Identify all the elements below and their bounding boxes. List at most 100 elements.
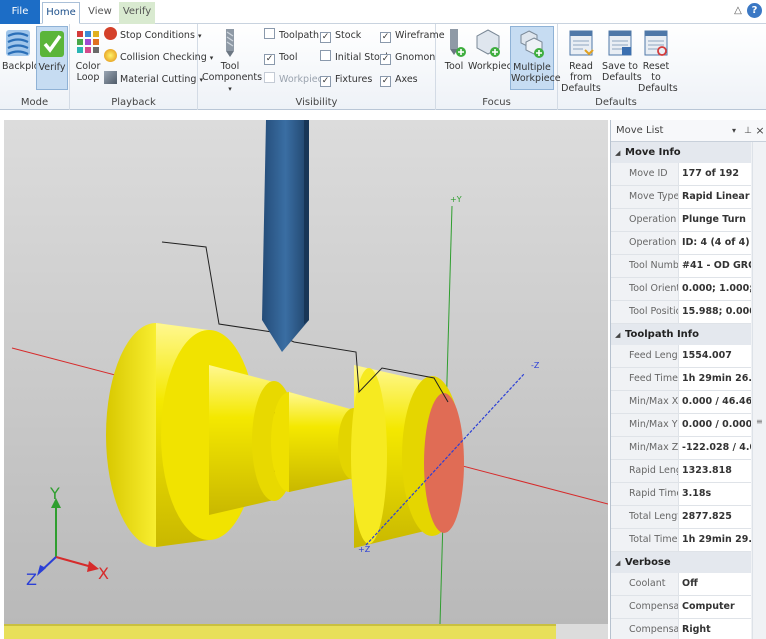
property-row[interactable]: Total Length2877.825 — [611, 506, 751, 529]
category-move-info[interactable]: ◢ Move Info — [611, 142, 751, 163]
category-verbose[interactable]: ◢ Verbose — [611, 552, 751, 573]
focus-tool-button[interactable]: Tool — [440, 26, 468, 72]
tab-verify[interactable]: Verify — [119, 2, 155, 24]
reset-defaults-label-1: Reset to — [642, 61, 670, 83]
property-value: 1554.007 — [682, 350, 732, 361]
save-defaults-label-2: Defaults — [602, 72, 642, 83]
panel-dropdown-icon[interactable]: ▾ — [729, 120, 739, 142]
property-name: Tool Orienta — [611, 278, 679, 300]
property-row[interactable]: Feed Time1h 29min 26.13 — [611, 368, 751, 391]
wireframe-checkbox-box[interactable] — [380, 32, 391, 43]
workpiece-checkbox-box[interactable] — [264, 72, 275, 83]
tab-view[interactable]: View — [81, 2, 119, 24]
category-collapse-icon[interactable]: ◢ — [615, 553, 625, 574]
panel-close-icon[interactable]: × — [755, 120, 765, 142]
property-row[interactable]: Min/Max Z-122.028 / 4.000 — [611, 437, 751, 460]
tool-checkbox[interactable]: Tool — [264, 49, 297, 67]
workpiece-checkbox[interactable]: Workpiece — [264, 71, 329, 89]
material-cutting-button[interactable]: Material Cutting ▾ — [104, 71, 203, 89]
property-row[interactable]: Operation NPlunge Turn — [611, 209, 751, 232]
category-label: Toolpath Info — [625, 329, 700, 340]
property-name: Total Time — [611, 529, 679, 551]
property-row[interactable]: Rapid Time 3.18s — [611, 483, 751, 506]
color-loop-button[interactable]: Color Loop — [73, 26, 103, 83]
reset-defaults-label-2: Defaults — [638, 83, 678, 94]
move-list-header: Move List ▾ ⊥ × — [611, 120, 766, 142]
collision-checking-button[interactable]: Collision Checking ▾ — [104, 49, 213, 67]
scroll-grip-icon[interactable]: ≡ — [756, 417, 763, 426]
gnomon-checkbox[interactable]: Gnomon — [380, 49, 435, 67]
property-name: Coolant — [611, 573, 679, 595]
wireframe-checkbox[interactable]: Wireframe — [380, 27, 445, 45]
property-row[interactable]: Tool Numbe#41 - OD GROO — [611, 255, 751, 278]
group-visibility: Tool Components ▾ Toolpath Tool Workpiec… — [198, 24, 445, 110]
property-value: 0.000; 1.000; 0.0 — [682, 283, 751, 294]
category-collapse-icon[interactable]: ◢ — [615, 143, 625, 164]
fixtures-checkbox-box[interactable] — [320, 76, 331, 87]
property-name: Min/Max Y — [611, 414, 679, 436]
stop-conditions-button[interactable]: Stop Conditions ▾ — [104, 27, 201, 45]
fixtures-label: Fixtures — [335, 74, 373, 85]
gnomon-y-label: Y — [49, 484, 60, 503]
property-row[interactable]: CompensatiComputer — [611, 596, 751, 619]
property-row[interactable]: CompensatiRight — [611, 619, 751, 639]
initial-stock-checkbox-box[interactable] — [320, 50, 331, 61]
property-name: Rapid Time — [611, 483, 679, 505]
fixtures-checkbox[interactable]: Fixtures — [320, 71, 372, 89]
group-label-playback: Playback — [111, 97, 156, 108]
focus-multiple-workpiece-button[interactable]: Multiple Workpiece — [510, 26, 561, 90]
backplot-icon — [6, 30, 30, 56]
color-loop-label-1: Color — [75, 61, 101, 72]
reset-to-defaults-button[interactable]: Reset to Defaults — [638, 26, 678, 94]
toolpath-checkbox-box[interactable] — [264, 28, 275, 39]
property-value: 1323.818 — [682, 465, 732, 476]
tool-components-button[interactable]: Tool Components ▾ — [202, 26, 262, 95]
axes-checkbox[interactable]: Axes — [380, 71, 418, 89]
property-row[interactable]: Operation NID: 4 (4 of 4) — [611, 232, 751, 255]
tool-checkbox-box[interactable] — [264, 54, 275, 65]
property-value: Right — [682, 624, 711, 635]
property-name: Operation N — [611, 232, 679, 254]
multiple-workpiece-label-2: Workpiece — [511, 73, 561, 84]
axes-checkbox-box[interactable] — [380, 76, 391, 87]
tab-home[interactable]: Home — [42, 2, 80, 24]
tab-file[interactable]: File — [0, 0, 40, 24]
toolpath-label: Toolpath — [279, 30, 320, 41]
category-label: Move Info — [625, 147, 681, 158]
collapse-ribbon-icon[interactable]: △ — [732, 4, 744, 18]
panel-scrollbar[interactable]: ≡ — [752, 142, 766, 639]
property-row[interactable]: Rapid Lengt1323.818 — [611, 460, 751, 483]
verify-label: Verify — [38, 62, 66, 73]
read-from-defaults-button[interactable]: Read from Defaults — [560, 26, 602, 94]
property-row[interactable]: Tool Orienta0.000; 1.000; 0.0 — [611, 278, 751, 301]
toolpath-checkbox[interactable]: Toolpath — [264, 27, 319, 45]
timeline-strip[interactable] — [4, 624, 608, 639]
category-toolpath-info[interactable]: ◢ Toolpath Info — [611, 324, 751, 345]
property-value: 0.000 / 46.463 — [682, 396, 751, 407]
verify-3d-viewport[interactable]: +Y -Z +Z Y X Z — [4, 120, 608, 624]
property-name: Rapid Lengt — [611, 460, 679, 482]
focus-workpiece-button[interactable]: Workpiece — [468, 26, 518, 72]
property-row[interactable]: Feed Length1554.007 — [611, 345, 751, 368]
save-to-defaults-button[interactable]: Save to Defaults — [602, 26, 642, 83]
backplot-button[interactable]: Backplot — [2, 26, 43, 72]
panel-pin-icon[interactable]: ⊥ — [743, 120, 753, 142]
property-row[interactable]: Total Time1h 29min 29.3s — [611, 529, 751, 552]
property-row[interactable]: Move ID 177 of 192 — [611, 163, 751, 186]
category-collapse-icon[interactable]: ◢ — [615, 325, 625, 346]
stock-checkbox[interactable]: Stock — [320, 27, 361, 45]
ribbon-tab-bar: File Home View Verify △ ? — [0, 0, 766, 24]
stock-checkbox-box[interactable] — [320, 32, 331, 43]
property-name: Compensati — [611, 596, 679, 618]
group-label-mode: Mode — [20, 97, 49, 108]
verify-button[interactable]: Verify — [36, 26, 68, 90]
property-row[interactable]: Min/Max Y 0.000 / 0.000 — [611, 414, 751, 437]
gnomon-checkbox-box[interactable] — [380, 54, 391, 65]
property-row[interactable]: Min/Max X0.000 / 46.463 — [611, 391, 751, 414]
property-row[interactable]: Coolant Off — [611, 573, 751, 596]
property-row[interactable]: Move TypeRapid Linear Mo — [611, 186, 751, 209]
group-focus: Tool Workpiece Multiple Workpiece Focus — [436, 24, 561, 110]
save-defaults-icon — [608, 30, 632, 56]
help-icon[interactable]: ? — [747, 3, 762, 18]
property-row[interactable]: Tool Position15.988; 0.000; - — [611, 301, 751, 324]
